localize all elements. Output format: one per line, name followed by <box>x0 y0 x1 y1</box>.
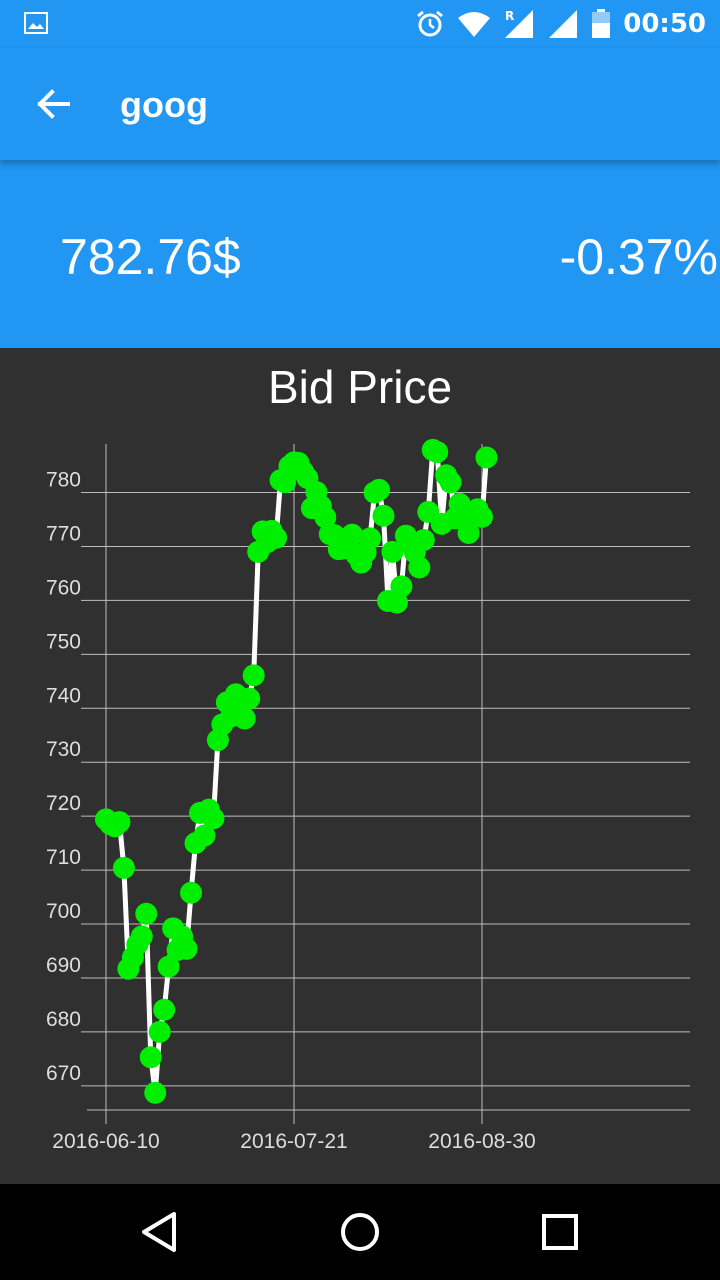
data-point <box>139 1046 162 1069</box>
app-bar: goog <box>0 48 720 160</box>
y-tick-label: 750 <box>46 630 81 653</box>
price-change: -0.37% <box>559 229 718 285</box>
data-point <box>144 1081 167 1104</box>
quote-panel: 782.76$ -0.37% <box>0 160 720 348</box>
data-point <box>233 707 256 730</box>
data-point <box>135 902 158 925</box>
status-time: 00:50 <box>623 9 706 39</box>
arrow-back-icon[interactable] <box>30 84 78 124</box>
y-tick-label: 680 <box>46 1008 81 1031</box>
data-point <box>408 556 431 579</box>
y-tick-label: 770 <box>46 522 81 545</box>
data-point <box>242 664 265 687</box>
data-point <box>359 527 382 550</box>
data-point <box>238 687 261 710</box>
gallery-icon <box>24 12 48 34</box>
y-tick-label: 700 <box>46 900 81 923</box>
x-tick-label: 2016-08-30 <box>428 1130 535 1153</box>
battery-icon <box>592 9 611 38</box>
page-title: goog <box>120 84 208 125</box>
signal-icon <box>549 10 578 38</box>
y-tick-label: 720 <box>46 792 81 815</box>
recents-square-icon[interactable] <box>536 1208 584 1256</box>
navigation-bar <box>0 1184 720 1280</box>
data-point <box>368 478 391 501</box>
signal-roaming-icon: R <box>505 9 534 38</box>
alarm-icon <box>417 10 444 37</box>
data-point <box>412 529 435 552</box>
data-point <box>153 998 176 1021</box>
data-point <box>202 807 225 830</box>
bid-price-chart: Bid Price 670 680 690 700 710 720 730 740 750 760… <box>0 348 720 1184</box>
data-point <box>112 856 135 879</box>
y-tick-label: 710 <box>46 846 81 869</box>
data-point <box>372 504 395 527</box>
data-point <box>265 526 288 549</box>
y-tick-label: 690 <box>46 954 81 977</box>
data-point <box>130 925 153 948</box>
y-tick-label: 780 <box>46 469 81 492</box>
data-point <box>390 575 413 598</box>
data-point <box>475 446 498 469</box>
data-point <box>108 811 131 834</box>
y-tick-label: 760 <box>46 576 81 599</box>
y-tick-label: 670 <box>46 1062 81 1085</box>
x-tick-label: 2016-07-21 <box>240 1130 347 1153</box>
x-tick-label: 2016-06-10 <box>52 1130 159 1153</box>
y-tick-label: 740 <box>46 684 81 707</box>
back-triangle-icon[interactable] <box>136 1208 184 1256</box>
home-circle-icon[interactable] <box>336 1208 384 1256</box>
data-point <box>471 505 493 528</box>
data-point <box>175 937 198 960</box>
data-point <box>426 441 449 464</box>
current-price: 782.76$ <box>60 229 241 285</box>
data-point <box>148 1020 171 1043</box>
data-point <box>439 471 462 494</box>
chart-svg: 670 680 690 700 710 720 730 740 750 760 770 780 2016… <box>46 438 690 1153</box>
status-bar: R 00:50 <box>0 0 720 48</box>
svg-text:R: R <box>505 9 514 23</box>
y-tick-label: 730 <box>46 738 81 761</box>
wifi-icon <box>458 12 491 37</box>
data-point <box>180 881 203 904</box>
